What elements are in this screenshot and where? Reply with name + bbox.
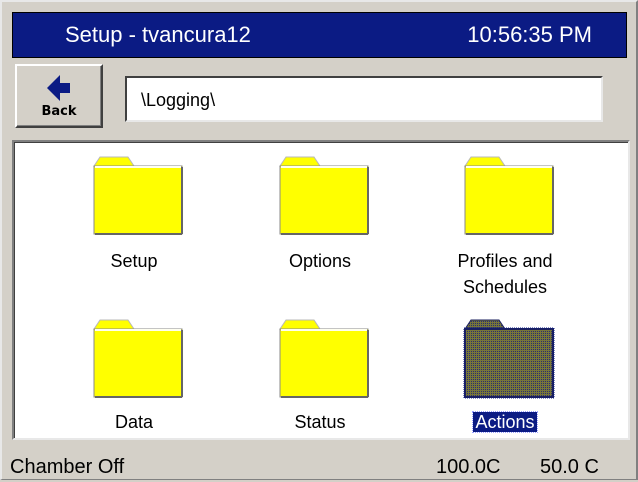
folder-actions[interactable]: Actions: [425, 317, 585, 457]
folder-label: Status: [294, 412, 346, 432]
setup-window: Setup - tvancura12 10:56:35 PM Back \Log…: [0, 0, 638, 480]
folder-label: Setup: [110, 251, 158, 271]
folder-setup[interactable]: Setup: [54, 154, 214, 294]
folder-icon: [279, 156, 369, 235]
folder-options[interactable]: Options: [240, 154, 400, 294]
folder-view: Setup Options Profiles and Schedules Dat…: [12, 140, 630, 440]
temperature-reading: 100.0C: [436, 456, 501, 478]
folder-selected-icon: [463, 319, 555, 399]
status-bar: Chamber Off 100.0C 50.0 C: [2, 448, 638, 482]
title-bar: Setup - tvancura12 10:56:35 PM: [12, 12, 627, 58]
folder-label: Options: [288, 251, 352, 271]
back-label: Back: [41, 104, 77, 119]
temperature-setpoint: 50.0 C: [540, 456, 599, 478]
window-title: Setup - tvancura12: [65, 22, 251, 47]
clock: 10:56:35 PM: [467, 22, 592, 47]
folder-data[interactable]: Data: [54, 317, 214, 457]
folder-status[interactable]: Status: [240, 317, 400, 457]
folder-icon: [93, 319, 183, 398]
chamber-status: Chamber Off: [10, 456, 125, 478]
path-field[interactable]: \Logging\: [125, 76, 603, 122]
folder-icon: [93, 156, 183, 235]
folder-label: Data: [114, 412, 154, 432]
folder-icon: [464, 156, 554, 235]
back-arrow-icon: [47, 75, 70, 101]
folder-profiles-and-schedules[interactable]: Profiles and Schedules: [425, 154, 585, 297]
folder-label: Actions: [472, 411, 538, 433]
folder-icon: [279, 319, 369, 398]
back-button[interactable]: Back: [15, 64, 103, 128]
folder-label: Profiles and Schedules: [457, 251, 553, 297]
